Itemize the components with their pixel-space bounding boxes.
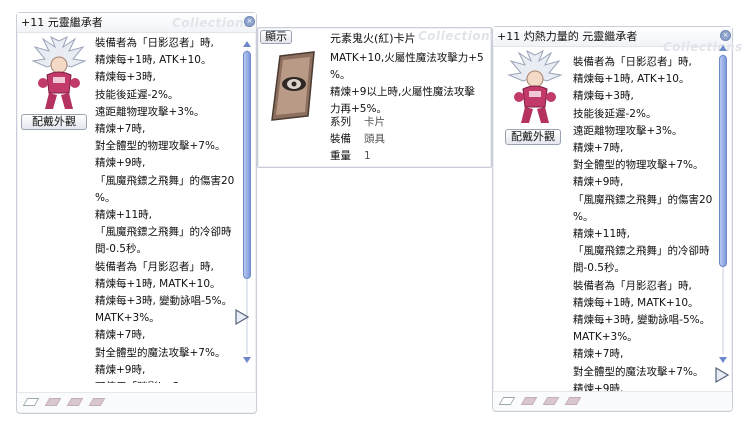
description-line: 間-0.5秒。 [95, 243, 147, 256]
description-line: 精煉+7時, [95, 329, 146, 342]
card-slot[interactable] [88, 398, 106, 406]
card-image [264, 50, 320, 122]
item-window-right: +11 灼熱力量的 元靈繼承者 Collections × 配戴外觀 裝備者為「… [492, 26, 742, 412]
appearance-button[interactable]: 配戴外觀 [505, 129, 561, 145]
description-line: 「風魔飛鏢之飛舞」的冷卻時 [573, 245, 710, 258]
description-line: 可使用「踏影Lv.3」。 [95, 379, 245, 383]
description-line: 技能後延遲-2%。 [573, 107, 657, 120]
card-slot[interactable] [520, 397, 538, 405]
card-slot[interactable] [66, 398, 84, 406]
scroll-thumb[interactable] [243, 51, 251, 279]
description-line: 精煉每+1時, MATK+10。 [95, 277, 221, 290]
item-description: 裝備者為「日影忍者」時, 精煉每+1時, ATK+10。 精煉每+3時, 技能後延遲-… [573, 54, 723, 394]
description-line: %。 [95, 191, 116, 204]
description-line: 精煉每+3時, [95, 71, 156, 84]
description-line: 精煉+9時, [573, 176, 624, 189]
description-line: MATK+3%。 [573, 331, 638, 344]
appearance-button[interactable]: 配戴外觀 [21, 114, 87, 130]
card-slot[interactable] [542, 397, 560, 405]
description-line: 精煉+9時, [95, 157, 146, 170]
scroll-up-icon[interactable] [718, 43, 728, 53]
description-line: 遠距離物理攻擊+3%。 [95, 105, 205, 118]
description-line: 精煉+11時, [95, 209, 152, 222]
scroll-down-icon[interactable] [242, 355, 252, 365]
description-line: 精煉每+3時, 變動詠唱-5%。 [573, 314, 711, 327]
close-icon[interactable]: × [720, 30, 731, 41]
description-line: 對全體型的物理攻擊+7%。 [95, 140, 226, 153]
description-line: 技能後延遲-2%。 [95, 88, 179, 101]
character-portrait [501, 49, 569, 129]
description-line: 對全體型的物理攻擊+7%。 [573, 159, 704, 172]
prop-weight: 重量 1 [330, 150, 371, 162]
watermark: Collections [418, 29, 498, 43]
card-slot-bar [17, 392, 256, 411]
card-slot[interactable] [564, 397, 582, 405]
scrollbar[interactable] [718, 43, 728, 365]
description-line: %。 [573, 210, 594, 223]
description-line: 精煉每+3時, [573, 90, 634, 103]
close-icon[interactable]: × [244, 16, 255, 27]
card-slot[interactable] [498, 397, 516, 405]
description-line: 裝備者為「日影忍者」時, [573, 56, 692, 68]
description-line: 遠距離物理攻擊+3%。 [573, 124, 683, 137]
description-line: 精煉+7時, [95, 123, 146, 136]
card-slot[interactable] [22, 398, 40, 406]
item-title: +11 元靈繼承者 [21, 16, 103, 29]
description-line: 精煉+9以上時,火屬性魔法攻擊 [330, 86, 475, 98]
resize-handle-icon[interactable] [235, 309, 249, 325]
description-line: MATK+10,火屬性魔法攻擊力+5 [330, 52, 484, 64]
character-portrait [25, 35, 93, 115]
watermark: Collections [172, 16, 252, 30]
card-window: 顯示 元素鬼火(紅)卡片 Collections MATK+10,火屬性魔法攻擊… [257, 27, 497, 168]
scroll-up-icon[interactable] [242, 39, 252, 49]
description-line: 對全體型的魔法攻擊+7%。 [95, 346, 226, 359]
description-line: 「風魔飛鏢之飛舞」的傷害20 [573, 193, 713, 206]
description-line: 精煉+9時, [95, 363, 146, 376]
description-line: 精煉每+1時, ATK+10。 [95, 54, 212, 67]
card-slot[interactable] [44, 398, 62, 406]
description-line: 精煉+11時, [573, 228, 630, 241]
description-line: 精煉+7時, [573, 348, 624, 361]
scroll-thumb[interactable] [719, 55, 727, 267]
prop-equip: 裝備 頭具 [330, 133, 385, 145]
description-line: 裝備者為「月影忍者」時, [573, 279, 692, 292]
description-line: 精煉每+1時, ATK+10。 [573, 73, 690, 86]
description-line: 「風魔飛鏢之飛舞」的冷卻時 [95, 226, 232, 239]
description-line: 裝備者為「月影忍者」時, [95, 260, 214, 273]
item-window-left: +11 元靈繼承者 Collections × 配戴外觀 裝備者為「日影忍者」時… [16, 12, 257, 414]
resize-handle-icon[interactable] [715, 367, 729, 383]
description-line: 間-0.5秒。 [573, 262, 625, 275]
item-description: 裝備者為「日影忍者」時, 精煉每+1時, ATK+10。 精煉每+3時, 技能後延遲-… [95, 35, 245, 383]
description-line: 精煉每+3時, 變動詠唱-5%。 [95, 295, 233, 308]
description-line: 對全體型的魔法攻擊+7%。 [573, 365, 704, 378]
card-slot-bar [493, 391, 732, 410]
item-title: +11 灼熱力量的 元靈繼承者 [497, 30, 638, 43]
show-button[interactable]: 顯示 [260, 30, 292, 44]
description-line: 精煉+7時, [573, 142, 624, 155]
prop-series: 系列 卡片 [330, 116, 385, 128]
scroll-down-icon[interactable] [718, 355, 728, 365]
card-title: 元素鬼火(紅)卡片 [330, 32, 416, 45]
description-line: 裝備者為「日影忍者」時, [95, 37, 214, 49]
description-line: 精煉每+1時, MATK+10。 [573, 296, 699, 309]
description-line: MATK+3%。 [95, 312, 160, 325]
description-line: %。 [330, 69, 351, 81]
card-description: MATK+10,火屬性魔法攻擊力+5%。 精煉+9以上時,火屬性魔法攻擊 力再+5%… [330, 50, 486, 120]
description-line: 「風魔飛鏢之飛舞」的傷害20 [95, 174, 235, 187]
